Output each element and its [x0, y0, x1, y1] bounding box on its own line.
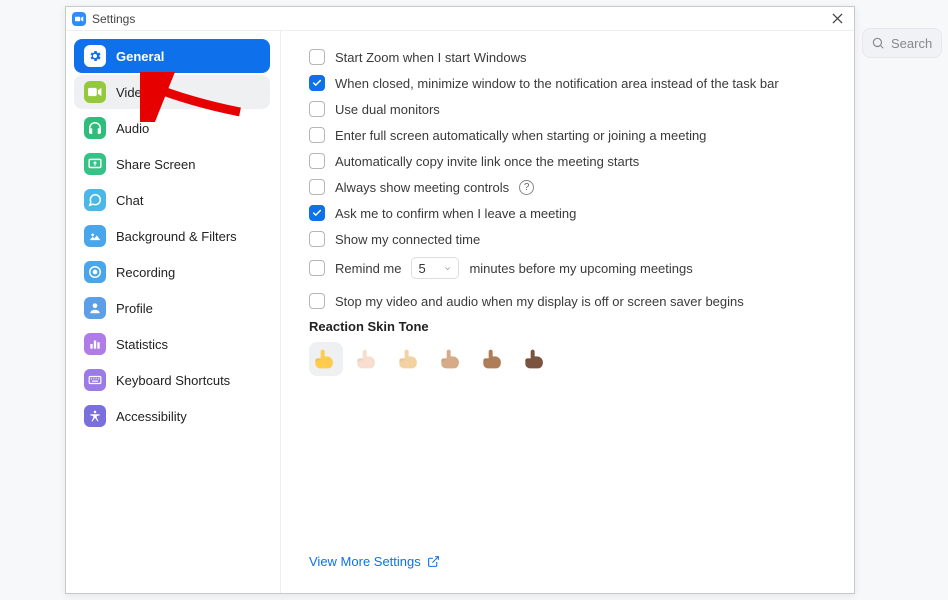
skin-tone-picker [309, 342, 826, 376]
stats-icon [84, 333, 106, 355]
skin-tone-3[interactable] [393, 342, 427, 376]
sidebar-item-audio[interactable]: Audio [74, 111, 270, 145]
view-more-label: View More Settings [309, 554, 421, 569]
view-more-settings-link[interactable]: View More Settings [309, 554, 440, 569]
share-icon [84, 153, 106, 175]
close-button[interactable] [826, 8, 848, 30]
option-confirm-leave: Ask me to confirm when I leave a meeting [309, 205, 826, 221]
option-enter-fullscreen: Enter full screen automatically when sta… [309, 127, 826, 143]
sidebar-item-accessibility[interactable]: Accessibility [74, 399, 270, 433]
search-icon [871, 36, 885, 50]
sidebar-item-label: Video [116, 85, 149, 100]
chevron-down-icon [443, 264, 452, 273]
skin-tone-4[interactable] [435, 342, 469, 376]
sidebar-item-label: Share Screen [116, 157, 196, 172]
option-label: When closed, minimize window to the noti… [335, 76, 779, 91]
sidebar-item-background-filters[interactable]: Background & Filters [74, 219, 270, 253]
checkbox-dual-monitors[interactable] [309, 101, 325, 117]
option-stop-on-screensaver: Stop my video and audio when my display … [309, 293, 826, 309]
sidebar-item-label: Background & Filters [116, 229, 237, 244]
option-remind: Remind me 5 minutes before my upcoming mee… [309, 257, 826, 279]
checkbox-copy-invite-link[interactable] [309, 153, 325, 169]
help-icon[interactable]: ? [519, 180, 534, 195]
sidebar-item-general[interactable]: General [74, 39, 270, 73]
user-icon [84, 297, 106, 319]
close-icon [832, 13, 843, 24]
settings-window: Settings General Video Audio Share Screen Ch… [65, 6, 855, 594]
titlebar: Settings [66, 7, 854, 31]
keyboard-icon [84, 369, 106, 391]
option-label: Stop my video and audio when my display … [335, 294, 744, 309]
checkbox-enter-fullscreen[interactable] [309, 127, 325, 143]
window-title: Settings [92, 12, 135, 26]
sidebar-item-label: General [116, 49, 164, 64]
video-icon [84, 81, 106, 103]
zoom-app-icon [72, 12, 86, 26]
sidebar-item-label: Audio [116, 121, 149, 136]
option-label: Automatically copy invite link once the … [335, 154, 639, 169]
option-label: Always show meeting controls [335, 180, 509, 195]
sidebar-item-label: Chat [116, 193, 143, 208]
skin-tone-label: Reaction Skin Tone [309, 319, 826, 334]
checkbox-minimize-to-tray[interactable] [309, 75, 325, 91]
record-icon [84, 261, 106, 283]
checkbox-stop-on-screensaver[interactable] [309, 293, 325, 309]
gear-icon [84, 45, 106, 67]
sidebar-item-label: Recording [116, 265, 175, 280]
option-label: Start Zoom when I start Windows [335, 50, 526, 65]
sidebar-item-profile[interactable]: Profile [74, 291, 270, 325]
remind-minutes-value: 5 [418, 261, 425, 276]
remind-minutes-select[interactable]: 5 [411, 257, 459, 279]
option-dual-monitors: Use dual monitors [309, 101, 826, 117]
checkbox-confirm-leave[interactable] [309, 205, 325, 221]
option-minimize-to-tray: When closed, minimize window to the noti… [309, 75, 826, 91]
chat-icon [84, 189, 106, 211]
skin-tone-5[interactable] [477, 342, 511, 376]
skin-tone-6[interactable] [519, 342, 553, 376]
option-label: Enter full screen automatically when sta… [335, 128, 706, 143]
checkbox-remind[interactable] [309, 260, 325, 276]
option-connected-time: Show my connected time [309, 231, 826, 247]
accessibility-icon [84, 405, 106, 427]
sidebar-item-statistics[interactable]: Statistics [74, 327, 270, 361]
skin-tone-2[interactable] [351, 342, 385, 376]
sidebar-item-label: Statistics [116, 337, 168, 352]
image-icon [84, 225, 106, 247]
background-search[interactable]: Search [862, 28, 942, 58]
settings-sidebar: General Video Audio Share Screen Chat Backgro… [66, 31, 281, 593]
sidebar-item-label: Keyboard Shortcuts [116, 373, 230, 388]
sidebar-item-label: Accessibility [116, 409, 187, 424]
option-label-post: minutes before my upcoming meetings [469, 261, 692, 276]
sidebar-item-label: Profile [116, 301, 153, 316]
sidebar-item-chat[interactable]: Chat [74, 183, 270, 217]
option-start-with-windows: Start Zoom when I start Windows [309, 49, 826, 65]
option-label: Show my connected time [335, 232, 480, 247]
sidebar-item-recording[interactable]: Recording [74, 255, 270, 289]
skin-tone-1[interactable] [309, 342, 343, 376]
sidebar-item-share-screen[interactable]: Share Screen [74, 147, 270, 181]
checkbox-connected-time[interactable] [309, 231, 325, 247]
settings-content: Start Zoom when I start Windows When clos… [281, 31, 854, 593]
headphones-icon [84, 117, 106, 139]
checkbox-start-with-windows[interactable] [309, 49, 325, 65]
background-search-placeholder: Search [891, 36, 932, 51]
checkbox-show-controls[interactable] [309, 179, 325, 195]
option-show-controls: Always show meeting controls? [309, 179, 826, 195]
sidebar-item-keyboard-shortcuts[interactable]: Keyboard Shortcuts [74, 363, 270, 397]
option-label: Ask me to confirm when I leave a meeting [335, 206, 576, 221]
sidebar-item-video[interactable]: Video [74, 75, 270, 109]
option-label: Remind me [335, 261, 401, 276]
option-copy-invite-link: Automatically copy invite link once the … [309, 153, 826, 169]
external-link-icon [427, 555, 440, 568]
option-label: Use dual monitors [335, 102, 440, 117]
